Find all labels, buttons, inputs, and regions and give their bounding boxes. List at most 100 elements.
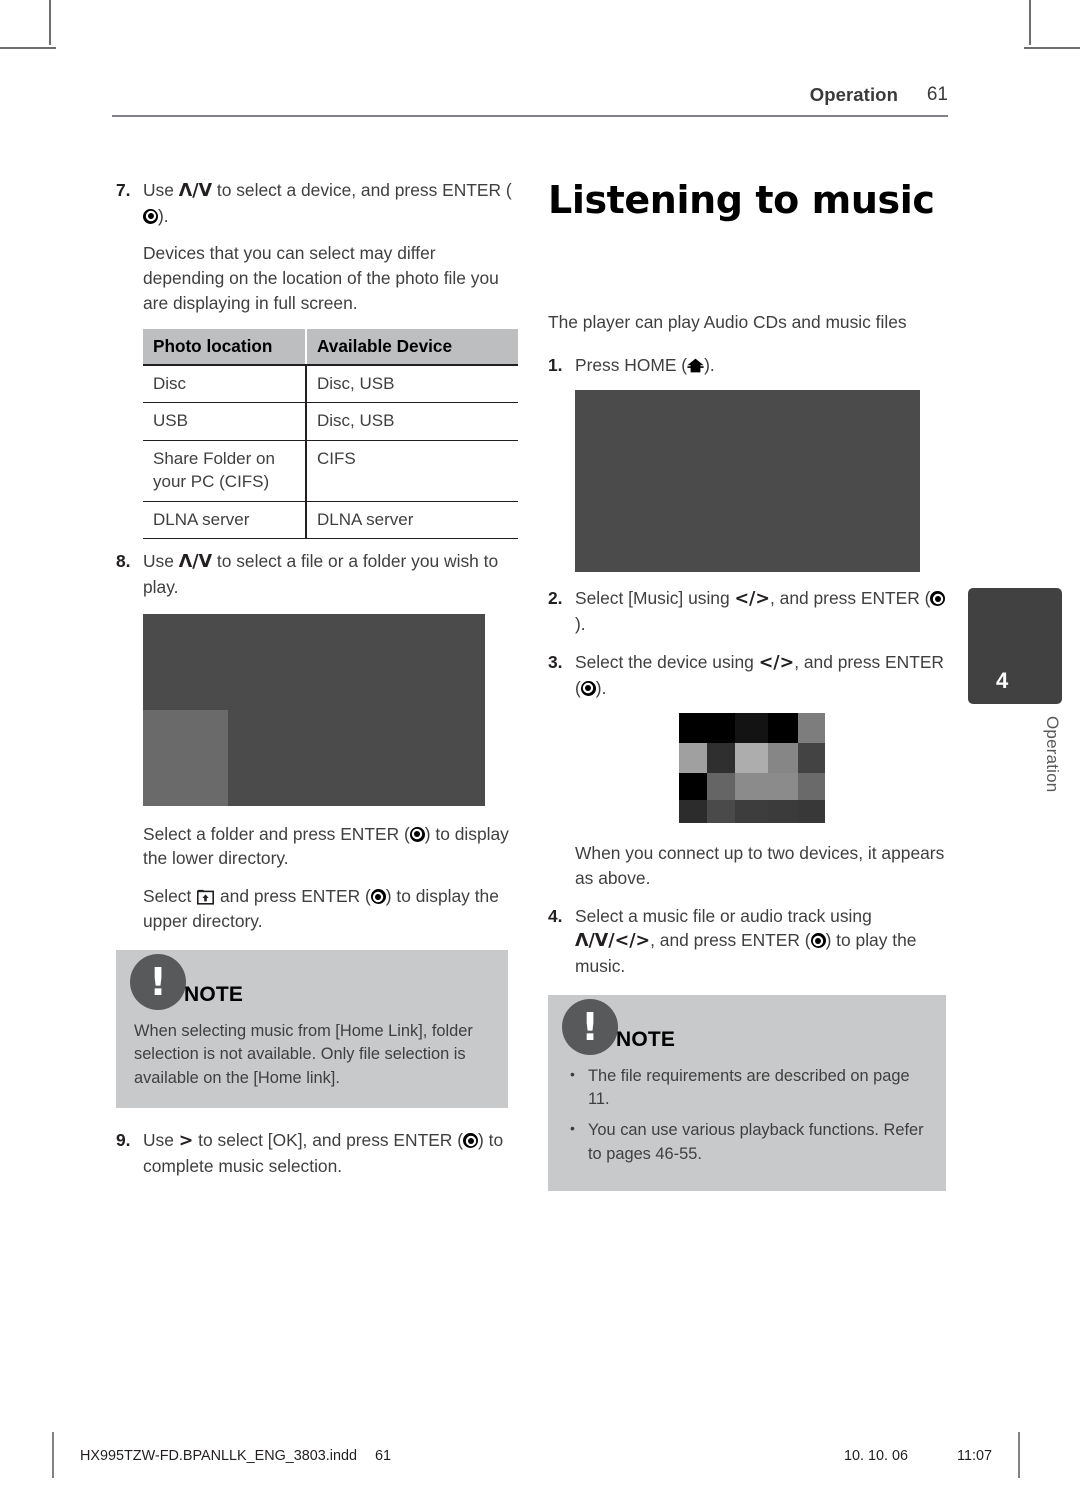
step-4-text-before: Select a music file or audio track using — [575, 905, 872, 926]
step-1: 1. Press HOME (). — [548, 353, 948, 378]
footer-time: 11:07 — [957, 1448, 992, 1464]
photo-location-device-table: Photo location Available Device Disc Dis… — [143, 328, 518, 540]
footer-rule-right — [1018, 1432, 1020, 1478]
crop-mark-top-left — [49, 0, 51, 45]
pixel-cell — [679, 713, 707, 744]
table-cell-device: CIFS — [306, 440, 518, 502]
step-9-number: 9. — [116, 1130, 131, 1151]
step-2-text-after: , and press ENTER ( — [769, 588, 931, 609]
step-2: 2. Select [Music] using </>, and press E… — [548, 586, 948, 636]
pixel-cell — [768, 743, 798, 774]
table-header-available-device: Available Device — [306, 328, 518, 366]
step-4-text: Select a music file or audio track using… — [575, 904, 948, 979]
pixel-cell — [679, 743, 707, 774]
pixel-cell — [798, 800, 825, 824]
note-box-left: ! NOTE When selecting music from [Home L… — [116, 949, 508, 1109]
pixel-cell — [707, 713, 735, 744]
table-row: Share Folder on your PC (CIFS) CIFS — [143, 440, 518, 502]
step-2-text: Select [Music] using </>, and press ENTE… — [575, 586, 948, 636]
pixel-cell — [679, 773, 707, 801]
pixel-cell — [735, 773, 768, 801]
file-browser-screenshot — [143, 613, 485, 806]
enter-button-icon — [370, 889, 386, 905]
pixel-cell — [798, 743, 825, 774]
footer-page-number: 61 — [375, 1448, 392, 1464]
step-3: 3. Select the device using </>, and pres… — [548, 650, 948, 700]
step-9-text: Use > to select [OK], and press ENTER ()… — [143, 1128, 516, 1178]
pixel-cell — [798, 713, 825, 744]
step-7-text-after: to select a device, and press ENTER ( — [212, 180, 512, 200]
pixel-cell — [679, 800, 707, 824]
step-3-keys: </> — [758, 652, 795, 673]
enter-button-icon — [930, 591, 946, 607]
step-3-text: Select the device using </>, and press E… — [575, 650, 948, 700]
footer-rule-left — [52, 1432, 54, 1478]
pixel-cell — [735, 743, 768, 774]
footer-filename: HX995TZW-FD.BPANLLK_ENG_3803.indd — [80, 1448, 358, 1464]
step-2-keys: </> — [734, 589, 770, 610]
step-8-number: 8. — [116, 551, 131, 572]
pixel-cell — [768, 800, 798, 824]
chapter-label: Operation — [1043, 716, 1062, 793]
step-1-text: Press HOME (). — [575, 353, 948, 378]
step-1-text-end: ). — [704, 354, 715, 375]
table-row: Disc Disc, USB — [143, 364, 518, 404]
pixel-cell — [798, 773, 825, 801]
note-header: ! NOTE — [130, 953, 490, 1010]
upper-dir-text-mid: and press ENTER ( — [215, 886, 371, 907]
enter-button-icon — [409, 826, 425, 842]
step-9-keys: > — [178, 1131, 194, 1152]
list-item: The file requirements are described on p… — [566, 1064, 928, 1112]
step-8-text-before: Use — [143, 551, 179, 572]
step-2-text-end: ). — [575, 614, 586, 635]
page-title: Listening to music — [548, 178, 935, 222]
crop-mark-top-right — [1029, 0, 1031, 45]
chapter-number: 4 — [996, 668, 1009, 693]
pixel-cell — [768, 713, 798, 744]
table-row: DLNA server DLNA server — [143, 501, 518, 540]
enter-button-icon — [580, 680, 596, 696]
device-list-screenshot — [679, 713, 825, 824]
step-4: 4. Select a music file or audio track us… — [548, 904, 948, 979]
step-7-text: Use Λ/V to select a device, and press EN… — [143, 178, 516, 228]
home-menu-screenshot — [575, 390, 920, 573]
step-8-text: Use Λ/V to select a file or a folder you… — [143, 549, 516, 599]
upper-dir-text-before: Select — [143, 886, 197, 907]
table-cell-device: Disc, USB — [306, 402, 518, 442]
note-title: NOTE — [616, 1027, 676, 1051]
screenshot-inner-panel — [143, 709, 228, 806]
step-7: 7. Use Λ/V to select a device, and press… — [116, 178, 516, 228]
home-button-icon — [687, 355, 704, 373]
table-cell-device: DLNA server — [306, 501, 518, 540]
step-1-number: 1. — [548, 354, 563, 375]
step-9-text-before: Use — [143, 1130, 179, 1151]
footer-filename-group: HX995TZW-FD.BPANLLK_ENG_3803.indd 61 — [80, 1448, 391, 1464]
right-column: Listening to music The player can play A… — [548, 178, 948, 1211]
step-4-number: 4. — [548, 905, 563, 926]
pixel-cell — [735, 713, 768, 744]
note-header: ! NOTE — [562, 998, 928, 1055]
crop-mark-left-top — [0, 47, 56, 49]
step-7-text-before: Use — [143, 180, 179, 200]
exclamation-icon: ! — [562, 998, 618, 1055]
note-title: NOTE — [184, 982, 244, 1006]
folder-up-icon — [197, 887, 215, 905]
step-3-number: 3. — [548, 651, 563, 672]
pixel-cell — [707, 800, 735, 824]
step-8-keys: Λ/V — [178, 552, 213, 573]
step-7-keys: Λ/V — [178, 181, 213, 201]
step-9-text-after: to select [OK], and press ENTER ( — [193, 1130, 463, 1151]
note-bullet-list: The file requirements are described on p… — [566, 1064, 928, 1167]
header-section-label: Operation — [809, 84, 898, 105]
step-2-number: 2. — [548, 588, 563, 609]
pixel-cell — [768, 773, 798, 801]
table-cell-location: Disc — [143, 364, 307, 404]
pixel-cell — [707, 773, 735, 801]
step-7-number: 7. — [116, 180, 131, 200]
folder-enter-text-before: Select a folder and press ENTER ( — [143, 823, 410, 844]
step-4-keys: Λ/V/</> — [575, 931, 651, 952]
intro-paragraph: The player can play Audio CDs and music … — [548, 312, 907, 332]
table-row: USB Disc, USB — [143, 402, 518, 442]
table-header-row: Photo location Available Device — [143, 328, 518, 366]
pixel-cell — [735, 800, 768, 824]
